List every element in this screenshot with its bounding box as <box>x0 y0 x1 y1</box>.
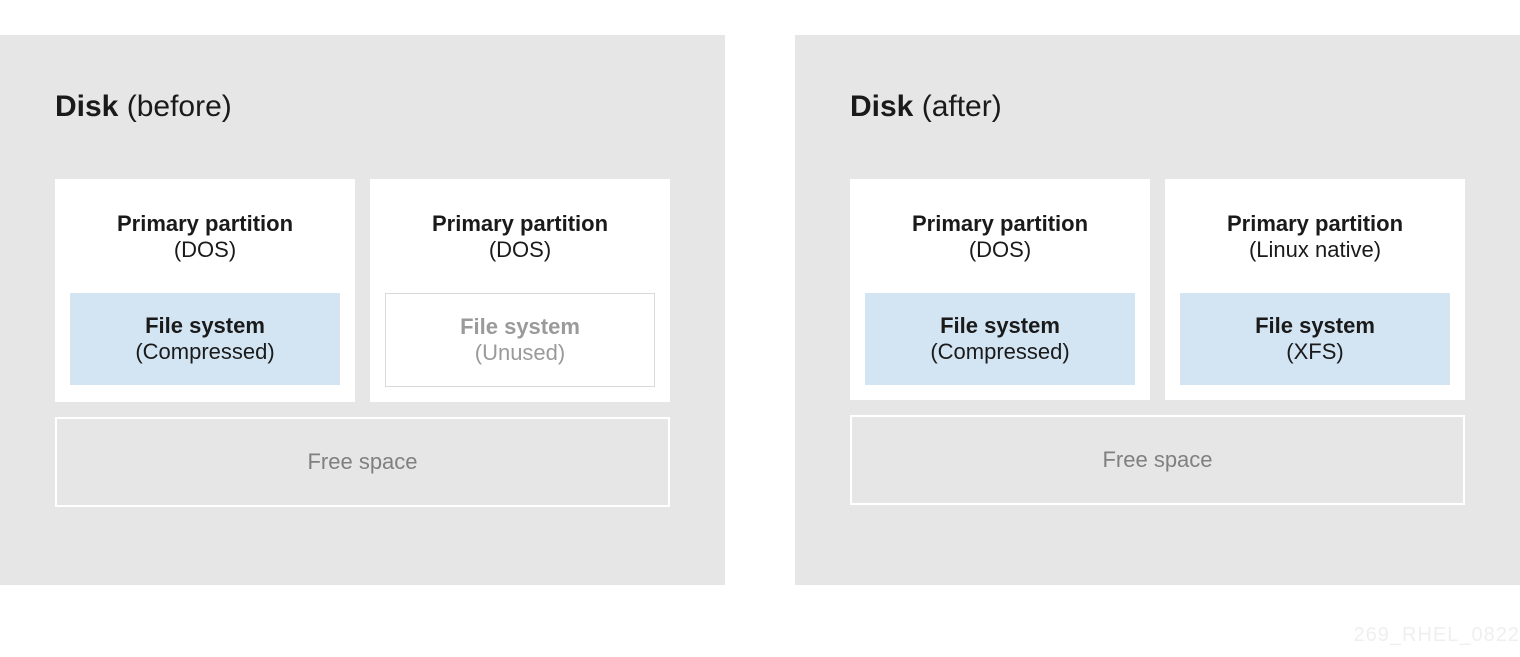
disk-after-title: Disk (after) <box>850 90 1465 124</box>
filesystem-subtitle: (Unused) <box>396 340 644 366</box>
filesystem-subtitle: (Compressed) <box>875 339 1125 365</box>
disk-after-title-rest: (after) <box>913 90 1001 123</box>
watermark: 269_RHEL_0822 <box>1354 624 1520 647</box>
partition-card: Primary partition (Linux native) File sy… <box>1165 179 1465 400</box>
partition-title: Primary partition <box>70 211 340 237</box>
free-space-box: Free space <box>55 417 670 507</box>
filesystem-box: File system (Compressed) <box>865 293 1135 385</box>
partition-title: Primary partition <box>385 211 655 237</box>
filesystem-title: File system <box>1190 313 1440 339</box>
filesystem-subtitle: (Compressed) <box>80 339 330 365</box>
filesystem-title: File system <box>875 313 1125 339</box>
partition-title: Primary partition <box>865 211 1135 237</box>
disk-before-partitions-row: Primary partition (DOS) File system (Com… <box>55 179 670 402</box>
partition-subtitle: (DOS) <box>865 237 1135 263</box>
partition-card: Primary partition (DOS) File system (Com… <box>850 179 1150 400</box>
disk-before-title-bold: Disk <box>55 90 118 123</box>
partition-card: Primary partition (DOS) File system (Unu… <box>370 179 670 402</box>
filesystem-title: File system <box>396 314 644 340</box>
free-space-box: Free space <box>850 415 1465 505</box>
disk-before-title: Disk (before) <box>55 90 670 124</box>
partition-card: Primary partition (DOS) File system (Com… <box>55 179 355 402</box>
disk-after-panel: Disk (after) Primary partition (DOS) Fil… <box>795 35 1520 585</box>
partition-title: Primary partition <box>1180 211 1450 237</box>
partition-subtitle: (DOS) <box>70 237 340 263</box>
partition-subtitle: (Linux native) <box>1180 237 1450 263</box>
filesystem-box-unused: File system (Unused) <box>385 293 655 387</box>
filesystem-title: File system <box>80 313 330 339</box>
filesystem-subtitle: (XFS) <box>1190 339 1440 365</box>
disk-after-title-bold: Disk <box>850 90 913 123</box>
filesystem-box: File system (XFS) <box>1180 293 1450 385</box>
partition-subtitle: (DOS) <box>385 237 655 263</box>
disk-before-panel: Disk (before) Primary partition (DOS) Fi… <box>0 35 725 585</box>
filesystem-box: File system (Compressed) <box>70 293 340 385</box>
disk-after-partitions-row: Primary partition (DOS) File system (Com… <box>850 179 1465 400</box>
disk-before-title-rest: (before) <box>118 90 231 123</box>
